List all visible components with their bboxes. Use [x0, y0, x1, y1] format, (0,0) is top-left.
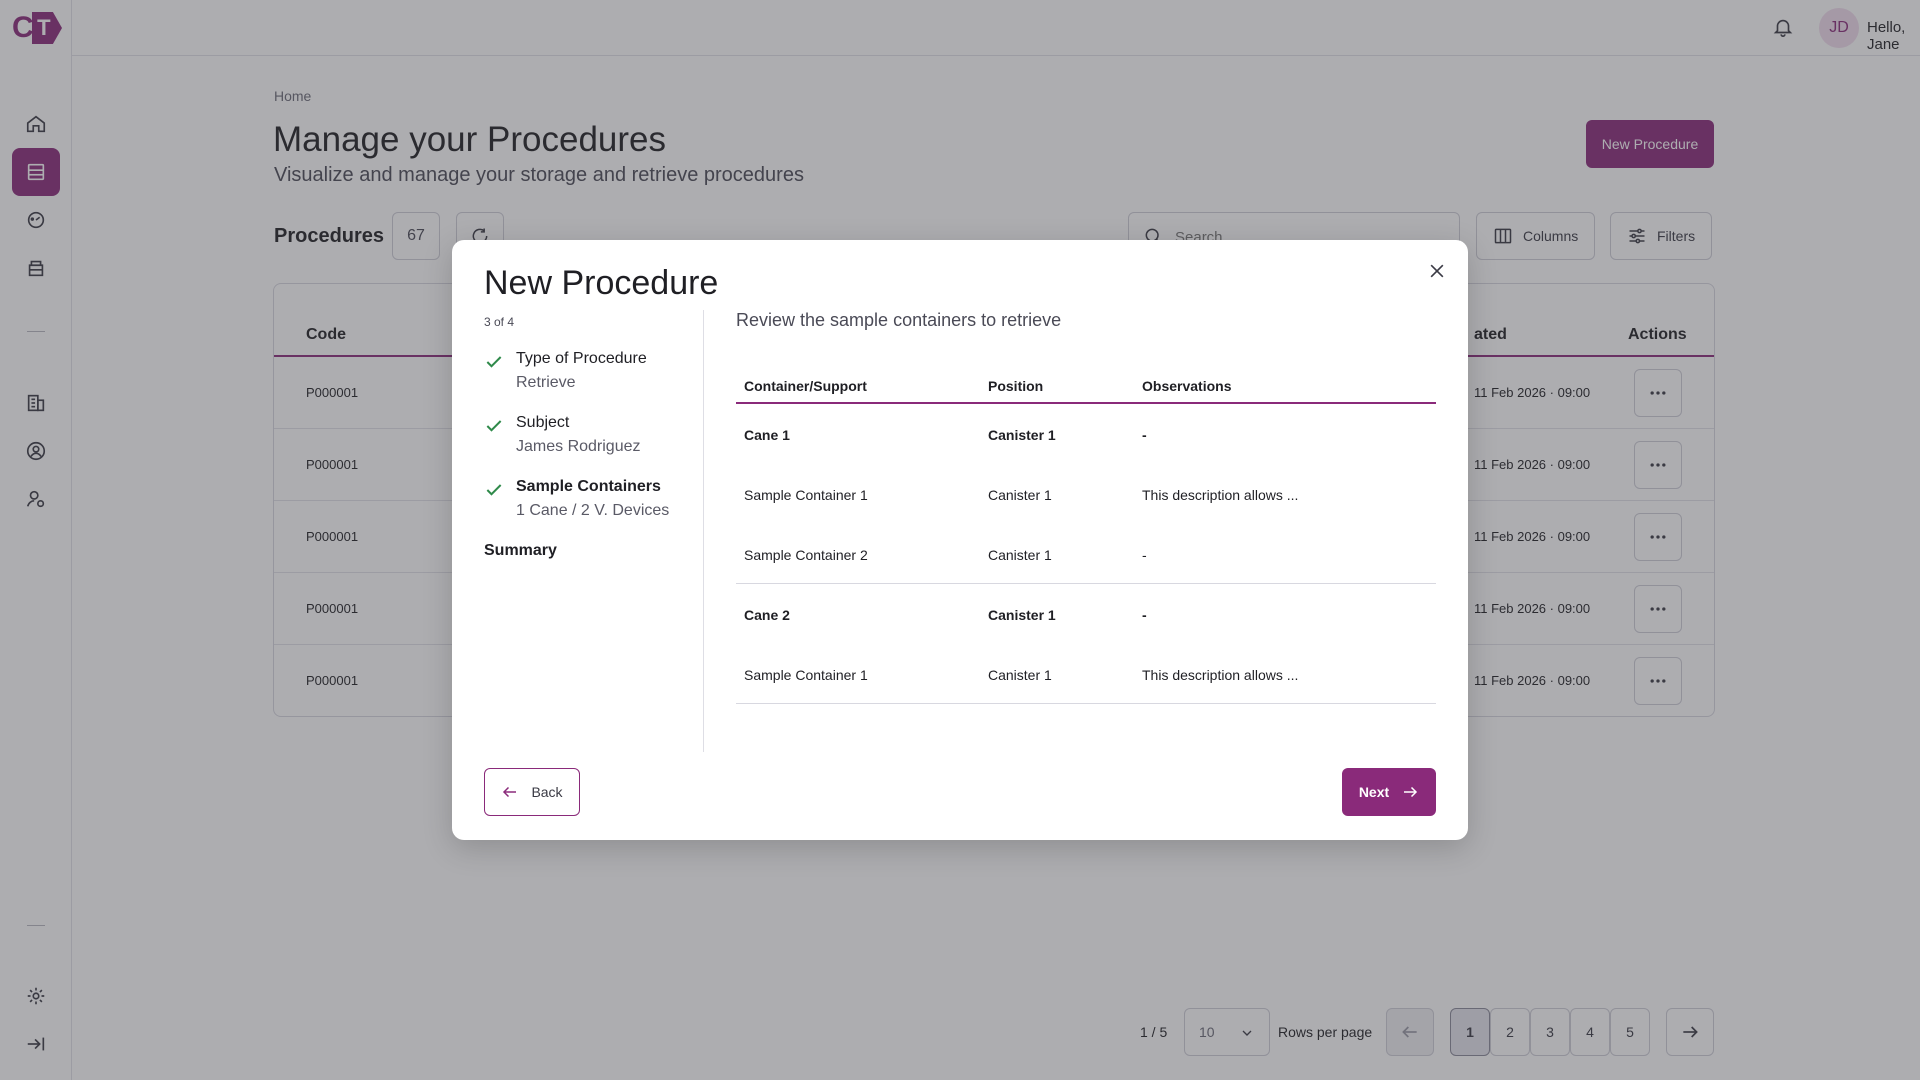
column-header-observations: Observations — [1142, 378, 1232, 394]
cell-position: Canister 1 — [988, 607, 1056, 623]
cell-observations: - — [1142, 547, 1147, 563]
cell-observations: - — [1142, 427, 1147, 443]
table-row: Sample Container 1 Canister 1 This descr… — [736, 464, 1436, 524]
arrow-right-icon — [1404, 786, 1418, 798]
table-row: Sample Container 2 Canister 1 - — [736, 524, 1436, 584]
check-icon — [486, 356, 502, 368]
arrow-left-icon — [503, 786, 517, 798]
review-title: Review the sample containers to retrieve — [736, 310, 1062, 330]
step-name: Type of Procedure — [516, 350, 647, 367]
close-icon — [1430, 264, 1444, 278]
table-row: Cane 1 Canister 1 - — [736, 404, 1436, 464]
table-row: Sample Container 1 Canister 1 This descr… — [736, 644, 1436, 704]
containers-table: Container/Support Position Observations … — [736, 368, 1436, 704]
step-summary[interactable]: Summary — [484, 542, 557, 560]
new-procedure-modal: New Procedure 3 of 4 Type of Procedure R… — [452, 240, 1468, 840]
step-value: 1 Cane / 2 V. Devices — [516, 502, 670, 519]
column-header-container: Container/Support — [744, 378, 867, 394]
step-name: Subject — [516, 414, 570, 431]
cell-container: Cane 1 — [744, 427, 790, 443]
cell-observations: This description allows ... — [1142, 667, 1299, 683]
check-icon — [486, 420, 502, 432]
cell-container: Sample Container 1 — [744, 487, 868, 503]
modal-title: New Procedure — [484, 264, 719, 302]
check-icon — [486, 484, 502, 496]
steps-divider — [703, 310, 704, 752]
cell-position: Canister 1 — [988, 667, 1052, 683]
step-value: Retrieve — [516, 374, 576, 391]
cell-position: Canister 1 — [988, 427, 1056, 443]
close-button[interactable] — [1424, 258, 1450, 284]
column-header-position: Position — [988, 378, 1044, 394]
next-label: Next — [1358, 784, 1390, 800]
cell-observations: This description allows ... — [1142, 487, 1299, 503]
containers-table-header: Container/Support Position Observations — [736, 368, 1436, 404]
step-name: Sample Containers — [516, 478, 661, 495]
back-button[interactable]: Back — [484, 768, 580, 816]
table-row: Cane 2 Canister 1 - — [736, 584, 1436, 644]
cell-container: Cane 2 — [744, 607, 790, 623]
cell-position: Canister 1 — [988, 547, 1052, 563]
back-label: Back — [531, 784, 563, 800]
step-indicator: 3 of 4 — [484, 315, 515, 329]
cell-container: Sample Container 2 — [744, 547, 868, 563]
next-button[interactable]: Next — [1342, 768, 1436, 816]
cell-container: Sample Container 1 — [744, 667, 868, 683]
cell-position: Canister 1 — [988, 487, 1052, 503]
cell-observations: - — [1142, 607, 1147, 623]
step-value: James Rodriguez — [516, 438, 641, 455]
